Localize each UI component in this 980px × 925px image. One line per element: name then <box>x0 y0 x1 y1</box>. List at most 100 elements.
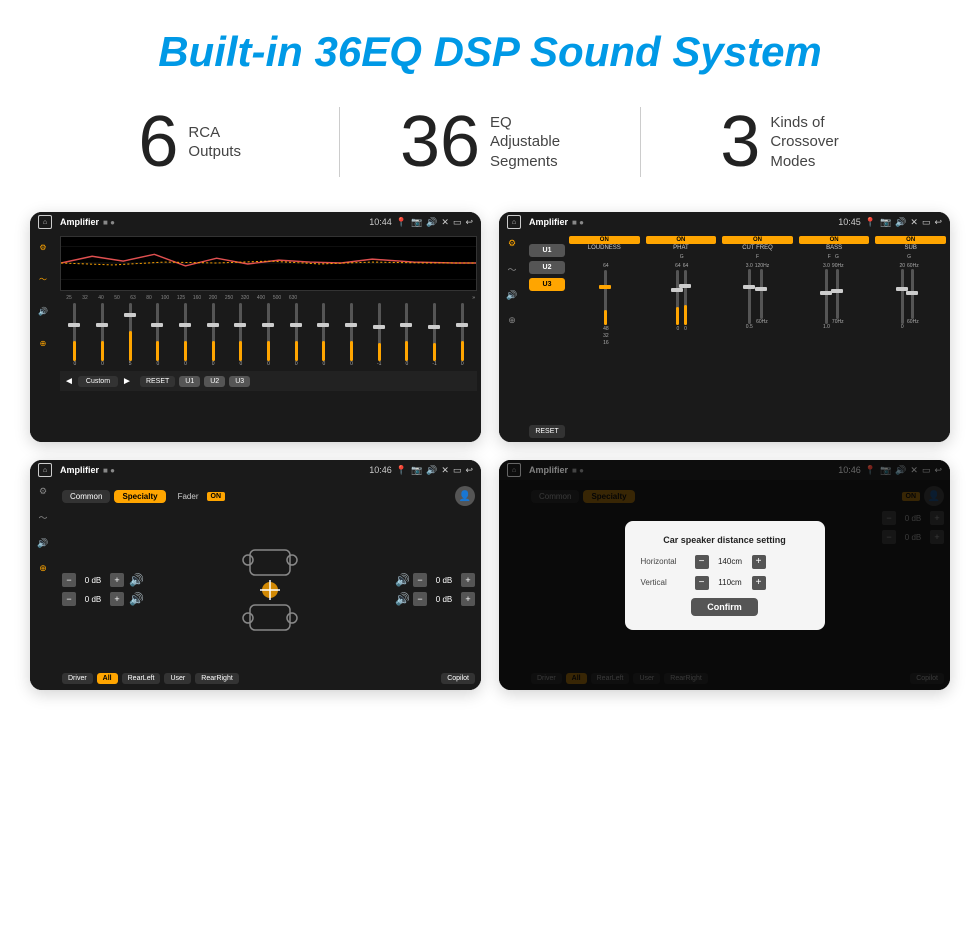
vertical-minus-btn[interactable]: − <box>695 576 709 590</box>
eq-main: 25 32 40 50 63 80 100 125 160 200 250 32… <box>56 232 481 442</box>
fader-common-tab[interactable]: Common <box>62 490 110 503</box>
dialog-title: Car speaker distance setting <box>641 535 809 545</box>
ch-reset-btn[interactable]: RESET <box>529 425 565 438</box>
preset-u3-btn[interactable]: U3 <box>529 278 565 291</box>
time-fader: 10:46 <box>369 465 392 475</box>
phat-on-btn[interactable]: ON <box>646 236 717 244</box>
horizontal-minus-btn[interactable]: − <box>695 555 709 569</box>
loudness-label: LOUDNESS <box>588 245 621 251</box>
icons-fader: 📍📷🔊✕▭↩ <box>396 465 473 476</box>
stat-number-rca: 6 <box>138 106 178 178</box>
fader-diagram[interactable] <box>220 540 320 640</box>
confirm-button[interactable]: Confirm <box>691 598 758 616</box>
screen-channel: ⌂ Amplifier ■ ● 10:45 📍📷🔊✕▭↩ ⚙ 〜 🔊 ⊕ <box>499 212 950 442</box>
fader-speaker-icon[interactable]: 🔊 <box>37 538 48 549</box>
screen-distance: ⌂ Amplifier ■ ● 10:46 📍📷🔊✕▭↩ Common Spec… <box>499 460 950 690</box>
fader-wave-icon[interactable]: 〜 <box>38 511 47 524</box>
time-eq: 10:44 <box>369 217 392 227</box>
horizontal-plus-btn[interactable]: + <box>752 555 766 569</box>
cutfreq-on-btn[interactable]: ON <box>722 236 793 244</box>
fl-minus-btn[interactable]: − <box>62 573 76 587</box>
ch-cross-icon[interactable]: ⊕ <box>508 315 516 326</box>
vertical-plus-btn[interactable]: + <box>752 576 766 590</box>
screen-fader: ⌂ Amplifier ■ ● 10:46 📍📷🔊✕▭↩ ⚙ 〜 🔊 ⊕ <box>30 460 481 690</box>
eq-u3-btn[interactable]: U3 <box>229 376 250 387</box>
eq-wave-icon[interactable]: 〜 <box>34 270 52 288</box>
cutfreq-label: CUT FREQ <box>742 245 773 251</box>
app-name-channel: Amplifier <box>529 217 568 227</box>
stats-row: 6 RCAOutputs 36 EQ AdjustableSegments 3 … <box>0 96 980 202</box>
dialog-overlay: Car speaker distance setting Horizontal … <box>499 460 950 690</box>
home-icon-eq[interactable]: ⌂ <box>38 215 52 229</box>
horizontal-value: 140cm <box>713 557 748 566</box>
fader-profile-btn[interactable]: 👤 <box>455 486 475 506</box>
bass-on-btn[interactable]: ON <box>799 236 870 244</box>
ch-settings-icon[interactable]: ⚙ <box>508 238 516 249</box>
rl-plus-btn[interactable]: + <box>110 592 124 606</box>
vertical-label: Vertical <box>641 578 691 587</box>
vertical-value: 110cm <box>713 578 748 587</box>
fr-db-value: 0 dB <box>430 576 458 585</box>
home-icon-channel[interactable]: ⌂ <box>507 215 521 229</box>
fader-specialty-tab[interactable]: Specialty <box>114 490 165 503</box>
user-btn[interactable]: User <box>164 673 191 684</box>
rearleft-btn[interactable]: RearLeft <box>122 673 161 684</box>
eq-bottom-bar: ◄ Custom ► RESET U1 U2 U3 <box>60 371 477 391</box>
copilot-btn[interactable]: Copilot <box>441 673 475 684</box>
horizontal-label: Horizontal <box>641 557 691 566</box>
preset-u1-btn[interactable]: U1 <box>529 244 565 257</box>
stat-label-eq: EQ AdjustableSegments <box>490 113 580 172</box>
status-bar-eq: ⌂ Amplifier ■ ● 10:44 📍📷🔊✕▭↩ <box>30 212 481 232</box>
eq-speaker-icon[interactable]: 🔊 <box>34 302 52 320</box>
eq-graph <box>60 236 477 291</box>
driver-btn[interactable]: Driver <box>62 673 93 684</box>
eq-crossover-icon[interactable]: ⊕ <box>34 334 52 352</box>
fader-label: Fader <box>178 492 199 501</box>
fr-plus-btn[interactable]: + <box>461 573 475 587</box>
app-name-fader: Amplifier <box>60 465 99 475</box>
sub-on-btn[interactable]: ON <box>875 236 946 244</box>
status-bar-fader: ⌂ Amplifier ■ ● 10:46 📍📷🔊✕▭↩ <box>30 460 481 480</box>
fader-cross-icon[interactable]: ⊕ <box>39 563 47 574</box>
stat-rca: 6 RCAOutputs <box>40 106 339 178</box>
rr-plus-btn[interactable]: + <box>461 592 475 606</box>
eq-reset-btn[interactable]: RESET <box>140 376 175 387</box>
vertical-row: Vertical − 110cm + <box>641 576 809 590</box>
rearright-btn[interactable]: RearRight <box>195 673 239 684</box>
eq-u2-btn[interactable]: U2 <box>204 376 225 387</box>
icons-eq: 📍📷🔊✕▭↩ <box>396 217 473 228</box>
time-channel: 10:45 <box>838 217 861 227</box>
page-title: Built-in 36EQ DSP Sound System <box>0 0 980 96</box>
stat-eq: 36 EQ AdjustableSegments <box>340 106 639 178</box>
fader-settings-icon[interactable]: ⚙ <box>39 486 47 497</box>
fl-db-value: 0 dB <box>79 576 107 585</box>
stat-crossover: 3 Kinds ofCrossover Modes <box>641 106 940 178</box>
screen-eq: ⌂ Amplifier ■ ● 10:44 📍📷🔊✕▭↩ ⚙ 〜 🔊 ⊕ <box>30 212 481 442</box>
eq-prev-btn[interactable]: ◄ <box>64 376 74 387</box>
fader-on-badge[interactable]: ON <box>207 492 226 501</box>
fr-minus-btn[interactable]: − <box>413 573 427 587</box>
rl-db-value: 0 dB <box>79 595 107 604</box>
all-btn[interactable]: All <box>97 673 118 684</box>
rr-db-value: 0 dB <box>430 595 458 604</box>
horizontal-row: Horizontal − 140cm + <box>641 555 809 569</box>
eq-sidebar: ⚙ 〜 🔊 ⊕ <box>30 232 56 442</box>
app-name-eq: Amplifier <box>60 217 99 227</box>
screenshots-grid: ⌂ Amplifier ■ ● 10:44 📍📷🔊✕▭↩ ⚙ 〜 🔊 ⊕ <box>0 202 980 720</box>
home-icon-fader[interactable]: ⌂ <box>38 463 52 477</box>
stat-number-crossover: 3 <box>720 106 760 178</box>
rr-minus-btn[interactable]: − <box>413 592 427 606</box>
preset-u2-btn[interactable]: U2 <box>529 261 565 274</box>
loudness-on-btn[interactable]: ON <box>569 236 640 244</box>
eq-settings-icon[interactable]: ⚙ <box>34 238 52 256</box>
stat-label-rca: RCAOutputs <box>188 123 241 162</box>
eq-next-btn[interactable]: ► <box>122 376 132 387</box>
icons-channel: 📍📷🔊✕▭↩ <box>865 217 942 228</box>
eq-u1-btn[interactable]: U1 <box>179 376 200 387</box>
ch-wave-icon[interactable]: 〜 <box>507 263 516 276</box>
eq-custom-btn[interactable]: Custom <box>78 376 118 387</box>
ch-speaker-icon[interactable]: 🔊 <box>506 290 517 301</box>
bass-label: BASS <box>826 245 842 251</box>
fl-plus-btn[interactable]: + <box>110 573 124 587</box>
rl-minus-btn[interactable]: − <box>62 592 76 606</box>
